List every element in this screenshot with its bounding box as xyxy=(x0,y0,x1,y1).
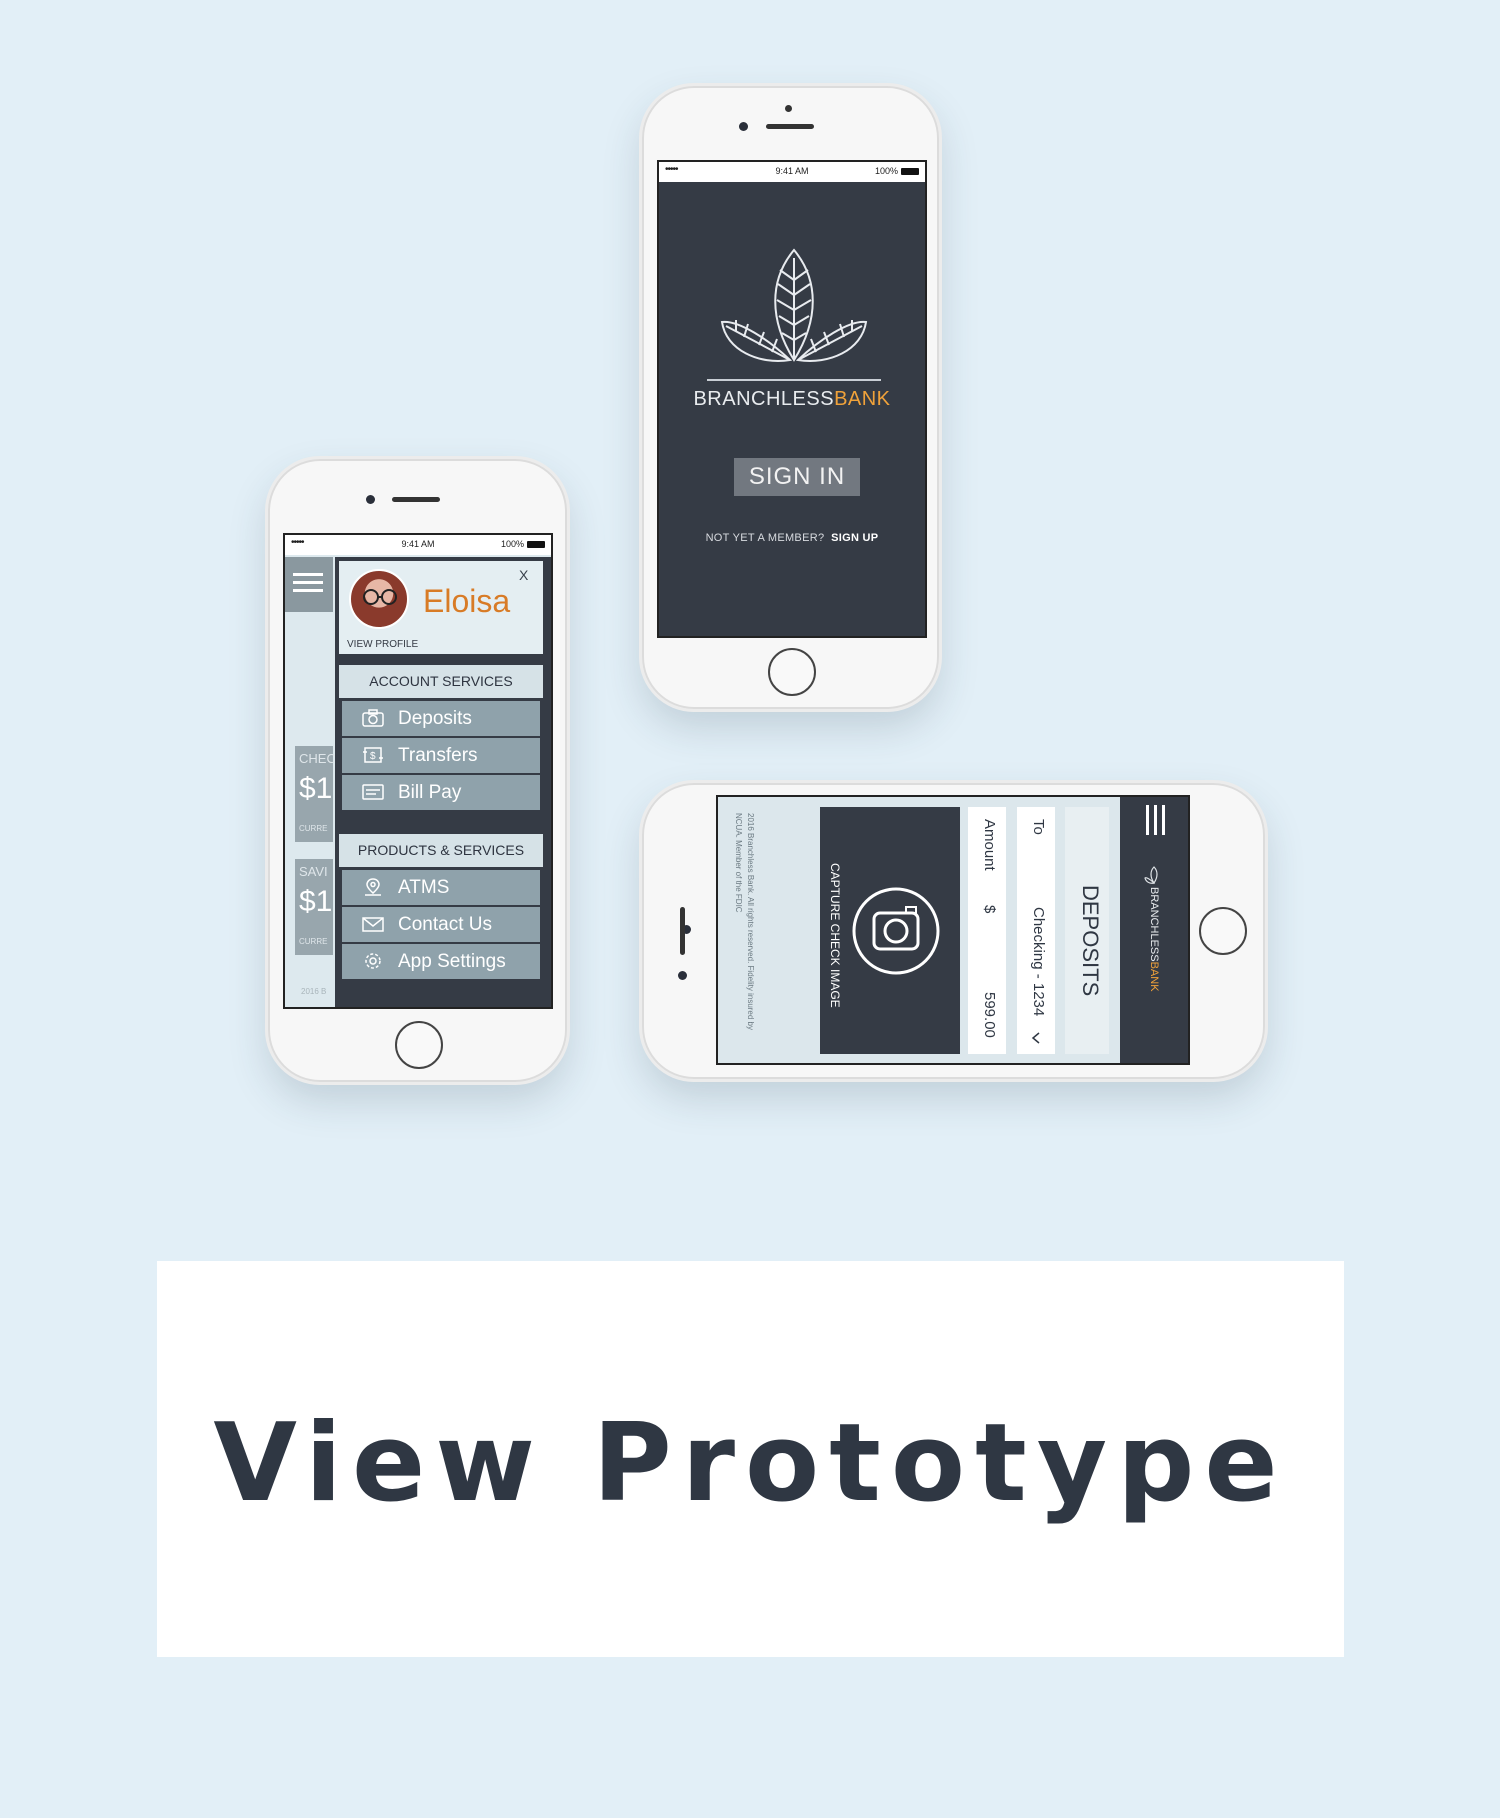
gear-icon xyxy=(365,953,381,969)
to-account-select[interactable]: To Checking - 1234 xyxy=(1017,807,1055,1054)
behind-card-savings: SAVI $1 CURRE xyxy=(295,859,333,955)
capture-check-button[interactable]: CAPTURE CHECK IMAGE xyxy=(820,807,960,1054)
amount-value: 599.00 xyxy=(981,992,998,1038)
behind-checking-current: CURRE xyxy=(299,824,328,833)
behind-checking-amount: $1 xyxy=(299,772,333,805)
battery-indicator: 100% xyxy=(501,539,545,549)
behind-savings-current: CURRE xyxy=(299,937,328,946)
view-prototype-button[interactable]: View Prototype xyxy=(157,1401,1344,1526)
menu-screen: ••••• 9:41 AM 100% CHEC $1 CURRE SAVI $1… xyxy=(283,533,553,1009)
signup-prompt: NOT YET A MEMBER? SIGN UP xyxy=(705,532,879,544)
behind-savings-label: SAVI xyxy=(299,864,328,879)
phone-menu: ••••• 9:41 AM 100% CHEC $1 CURRE SAVI $1… xyxy=(268,459,567,1082)
status-bar: ••••• 9:41 AM 100% xyxy=(285,535,551,555)
avatar[interactable] xyxy=(349,569,409,629)
proximity-sensor xyxy=(678,971,687,980)
earpiece xyxy=(392,497,440,502)
speaker xyxy=(785,105,792,112)
legal-text: 2016 Branchless Bank. All rights reserve… xyxy=(734,813,755,1030)
menu-item-transfers[interactable]: $ Transfers xyxy=(342,738,540,773)
front-camera xyxy=(739,122,748,131)
battery-indicator: 100% xyxy=(875,166,919,176)
behind-card-checking: CHEC $1 CURRE xyxy=(295,746,336,842)
menu-item-deposits[interactable]: Deposits xyxy=(342,701,540,736)
home-button[interactable] xyxy=(1199,907,1247,955)
home-button[interactable] xyxy=(395,1021,443,1069)
earpiece xyxy=(680,907,685,955)
menu-item-atms[interactable]: ATMS xyxy=(342,870,540,905)
close-drawer-button[interactable]: X xyxy=(519,567,528,583)
logo-underline xyxy=(707,379,881,381)
hamburger-icon xyxy=(293,573,323,592)
side-drawer: Eloisa X VIEW PROFILE ACCOUNT SERVICES D… xyxy=(335,557,551,1007)
leaf-logo-icon xyxy=(1144,866,1158,885)
sign-up-link[interactable]: SIGN UP xyxy=(831,532,878,544)
earpiece xyxy=(766,124,814,129)
brand-wordmark: BRANCHLESSBANK xyxy=(1148,887,1160,992)
status-bar: ••••• 9:41 AM 100% xyxy=(659,162,925,182)
phone-deposits: 2016 Branchless Bank. All rights reserve… xyxy=(642,783,1265,1079)
transfer-icon: $ xyxy=(363,747,383,763)
sign-in-button[interactable]: SIGN IN xyxy=(734,458,860,496)
camera-icon xyxy=(852,887,940,975)
behind-checking-label: CHEC xyxy=(299,751,336,766)
account-services-header: ACCOUNT SERVICES xyxy=(339,665,543,698)
brand-wordmark: BRANCHLESSBANK xyxy=(693,388,891,410)
deposits-title-bar: DEPOSITS xyxy=(1065,807,1109,1054)
signin-screen: ••••• 9:41 AM 100% BRANCHLESSBANK SIGN I… xyxy=(657,160,927,638)
home-button[interactable] xyxy=(768,648,816,696)
menu-item-app-settings[interactable]: App Settings xyxy=(342,944,540,979)
svg-text:$: $ xyxy=(370,751,376,762)
phone-signin: ••••• 9:41 AM 100% BRANCHLESSBANK SIGN I… xyxy=(642,86,939,709)
cta-banner[interactable]: View Prototype xyxy=(157,1261,1344,1657)
location-pin-icon xyxy=(365,878,381,896)
amount-field[interactable]: Amount $ 599.00 xyxy=(968,807,1006,1054)
behind-savings-amount: $1 xyxy=(299,885,333,918)
leaf-logo-icon xyxy=(720,248,868,362)
envelope-icon xyxy=(362,917,384,932)
view-profile-link[interactable]: VIEW PROFILE xyxy=(347,639,418,650)
behind-footer: 2016 B xyxy=(301,987,327,996)
currency-symbol: $ xyxy=(981,905,998,914)
camera-icon xyxy=(362,709,384,727)
hamburger-tab[interactable] xyxy=(285,557,333,612)
front-camera xyxy=(366,495,375,504)
hamburger-icon[interactable] xyxy=(1144,805,1168,835)
page-title: DEPOSITS xyxy=(1078,885,1103,997)
chevron-down-icon xyxy=(1031,1032,1040,1044)
avatar-glasses-icon xyxy=(363,589,397,605)
bill-icon xyxy=(362,784,384,800)
to-label: To xyxy=(1030,819,1047,835)
capture-check-label: CAPTURE CHECK IMAGE xyxy=(828,863,842,1008)
nav-bar: BRANCHLESSBANK xyxy=(1120,797,1188,1063)
profile-header: Eloisa X VIEW PROFILE xyxy=(339,561,543,654)
user-name: Eloisa xyxy=(423,583,511,619)
to-value: Checking - 1234 xyxy=(1030,907,1047,1017)
menu-item-bill-pay[interactable]: Bill Pay xyxy=(342,775,540,810)
deposits-screen: 2016 Branchless Bank. All rights reserve… xyxy=(716,795,1190,1065)
products-services-header: PRODUCTS & SERVICES xyxy=(339,834,543,867)
amount-label: Amount xyxy=(981,819,998,871)
menu-item-contact-us[interactable]: Contact Us xyxy=(342,907,540,942)
